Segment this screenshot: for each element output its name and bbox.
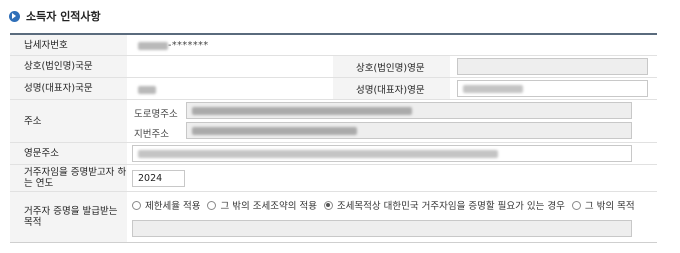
row-address: 주소 도로명주소 지번주소 bbox=[10, 100, 657, 143]
purpose-option-label: 제한세율 적용 bbox=[145, 201, 201, 212]
row-address-en: 영문주소 bbox=[10, 143, 657, 165]
name-en-label: 상호(법인명)영문 bbox=[333, 56, 450, 77]
rep-kr-masked bbox=[138, 85, 156, 94]
radio-icon[interactable] bbox=[207, 200, 217, 210]
purpose-option-other[interactable]: 그 밖의 목적 bbox=[571, 198, 635, 212]
row-purpose: 거주자 증명을 발급받는 목적 제한세율 적용 그 밖의 조세조약의 적용 조세… bbox=[10, 192, 657, 242]
purpose-option-limited-rate[interactable]: 제한세율 적용 bbox=[132, 198, 200, 212]
year-input[interactable]: 2024 bbox=[132, 170, 185, 187]
radio-icon[interactable] bbox=[571, 200, 581, 210]
tin-value: -******* bbox=[138, 40, 209, 51]
address-en-label: 영문주소 bbox=[10, 143, 127, 164]
bullet-arrow-icon bbox=[9, 10, 20, 22]
lot-address-field[interactable] bbox=[186, 122, 632, 139]
row-company-name: 상호(법인명)국문 상호(법인명)영문 bbox=[10, 56, 657, 78]
section-header: 소득자 인적사항 bbox=[9, 8, 101, 24]
radio-icon[interactable] bbox=[132, 200, 141, 210]
row-representative: 성명(대표자)국문 성명(대표자)영문 bbox=[10, 78, 657, 100]
name-kr-label: 상호(법인명)국문 bbox=[10, 56, 127, 77]
address-en-field[interactable] bbox=[132, 145, 632, 162]
lot-address-masked bbox=[192, 126, 357, 135]
tin-masked-prefix bbox=[138, 41, 168, 50]
income-earner-form: 납세자번호 -******* 상호(법인명)국문 상호(법인명)영문 성명(대표… bbox=[10, 33, 657, 243]
tin-label: 납세자번호 bbox=[10, 35, 127, 55]
rep-en-field[interactable] bbox=[457, 80, 648, 97]
lot-address-label: 지번주소 bbox=[134, 129, 169, 140]
name-en-field[interactable] bbox=[457, 58, 648, 75]
purpose-radio-group: 제한세율 적용 그 밖의 조세조약의 적용 조세목적상 대한민국 거주자임을 증… bbox=[132, 198, 642, 212]
section-title: 소득자 인적사항 bbox=[26, 10, 101, 23]
rep-en-label: 성명(대표자)영문 bbox=[333, 78, 450, 99]
purpose-option-label: 조세목적상 대한민국 거주자임을 증명할 필요가 있는 경우 bbox=[336, 201, 565, 212]
address-en-masked bbox=[138, 149, 498, 158]
purpose-option-label: 그 밖의 조세조약의 적용 bbox=[220, 201, 317, 212]
purpose-option-label: 그 밖의 목적 bbox=[584, 201, 635, 212]
purpose-option-other-treaty[interactable]: 그 밖의 조세조약의 적용 bbox=[207, 198, 317, 212]
tin-masked-suffix: -******* bbox=[168, 40, 209, 51]
year-value: 2024 bbox=[138, 173, 163, 184]
purpose-label: 거주자 증명을 발급받는 목적 bbox=[10, 192, 127, 242]
row-year: 거주자임을 증명받고자 하는 연도 2024 bbox=[10, 165, 657, 192]
road-address-masked bbox=[192, 106, 412, 115]
rep-kr-label: 성명(대표자)국문 bbox=[10, 78, 127, 99]
radio-selected-icon[interactable] bbox=[323, 200, 333, 210]
purpose-other-field[interactable] bbox=[132, 220, 632, 237]
purpose-option-resident-proof[interactable]: 조세목적상 대한민국 거주자임을 증명할 필요가 있는 경우 bbox=[323, 198, 565, 212]
rep-kr-value bbox=[138, 84, 156, 95]
rep-en-masked bbox=[463, 84, 523, 93]
address-label: 주소 bbox=[10, 100, 127, 142]
row-tin: 납세자번호 -******* bbox=[10, 35, 657, 56]
road-address-label: 도로명주소 bbox=[134, 109, 178, 120]
road-address-field[interactable] bbox=[186, 102, 632, 119]
year-label: 거주자임을 증명받고자 하는 연도 bbox=[10, 165, 127, 191]
